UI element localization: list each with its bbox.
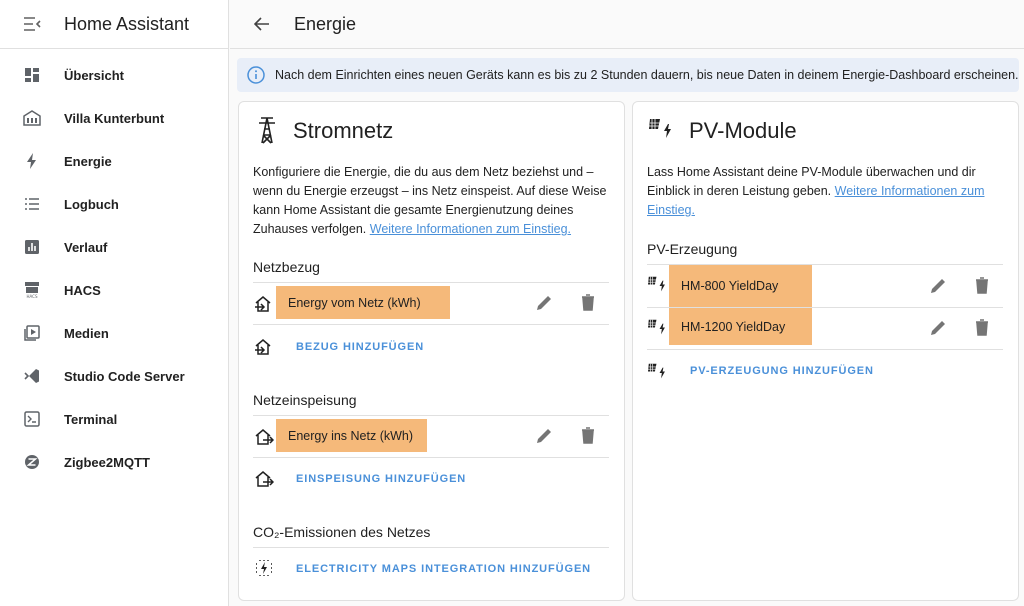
divider <box>253 282 609 283</box>
sidebar-item-terminal[interactable]: Terminal <box>0 399 229 439</box>
app-title: Home Assistant <box>64 13 190 34</box>
lightning-icon <box>0 152 64 170</box>
divider <box>647 349 1003 350</box>
page-title: Energie <box>294 13 357 34</box>
grid-export-icon <box>254 470 274 488</box>
solar-entity-label: HM-1200 YieldDay <box>681 319 786 334</box>
pencil-icon[interactable] <box>930 319 947 336</box>
solar-power-icon <box>649 118 675 140</box>
add-return-button[interactable]: EINSPEISUNG HINZUFÜGEN <box>296 473 466 485</box>
return-entity-label: Energy ins Netz (kWh) <box>288 428 414 443</box>
solar-entity-label: HM-800 YieldDay <box>681 279 779 293</box>
divider <box>253 547 609 548</box>
co2-signal-icon <box>255 559 273 577</box>
hacs-icon: HACS <box>0 281 64 299</box>
add-co2-integration-button[interactable]: ELECTRICITY MAPS INTEGRATION HINZUFÜGEN <box>296 563 591 575</box>
vscode-icon <box>0 368 64 384</box>
info-icon <box>247 66 265 84</box>
solar-power-icon <box>648 319 668 336</box>
divider <box>253 324 609 325</box>
consumption-section-title: Netzbezug <box>253 259 320 275</box>
solar-card-title: PV-Module <box>689 118 797 143</box>
info-banner: Nach dem Einrichten eines neuen Geräts k… <box>237 58 1019 92</box>
sidebar-item-label: Villa Kunterbunt <box>64 110 165 126</box>
solar-section-title: PV-Erzeugung <box>647 241 738 257</box>
list-icon <box>0 197 64 211</box>
grid-card: Stromnetz Konfiguriere die Energie, die … <box>238 101 625 601</box>
sidebar-item-medien[interactable]: Medien <box>0 313 229 353</box>
add-solar-button[interactable]: PV-ERZEUGUNG HINZUFÜGEN <box>690 365 874 377</box>
home-icon <box>0 110 64 126</box>
sidebar-item-energie[interactable]: Energie <box>0 141 229 181</box>
transmission-tower-icon <box>255 116 279 144</box>
pencil-icon[interactable] <box>536 427 553 444</box>
trash-icon[interactable] <box>975 277 989 294</box>
grid-export-icon <box>254 428 274 446</box>
pencil-icon[interactable] <box>930 277 947 294</box>
sidebar-item-label: Medien <box>64 325 109 341</box>
sidebar-item-uebersicht[interactable]: Übersicht <box>0 55 229 95</box>
co2-section-title: CO₂-Emissionen des Netzes <box>253 524 431 540</box>
grid-learn-more-link[interactable]: Weitere Informationen zum Einstieg. <box>370 222 571 236</box>
sidebar: Home Assistant Übersicht Villa Kunterbun… <box>0 0 229 606</box>
sidebar-item-label: Verlauf <box>64 239 108 255</box>
sidebar-item-zigbee2mqtt[interactable]: Zigbee2MQTT <box>0 442 229 482</box>
sidebar-item-label: Logbuch <box>64 196 119 212</box>
consumption-entity: Energy vom Netz (kWh) <box>276 286 450 319</box>
sidebar-item-hacs[interactable]: HACS HACS <box>0 270 229 310</box>
grid-description: Konfiguriere die Energie, die du aus dem… <box>253 163 613 239</box>
grid-import-icon <box>254 338 274 356</box>
chart-icon <box>0 239 64 255</box>
zigbee-icon <box>0 454 64 470</box>
sidebar-item-studio-code-server[interactable]: Studio Code Server <box>0 356 229 396</box>
return-section-title: Netzeinspeisung <box>253 392 357 408</box>
sidebar-item-label: Zigbee2MQTT <box>64 454 150 470</box>
solar-power-icon <box>648 276 668 293</box>
trash-icon[interactable] <box>581 294 595 311</box>
media-icon <box>0 325 64 341</box>
sidebar-item-label: Übersicht <box>64 67 124 83</box>
sidebar-item-label: HACS <box>64 282 101 298</box>
grid-import-icon <box>254 295 274 313</box>
dashboard-icon <box>0 67 64 83</box>
solar-power-icon <box>648 363 668 380</box>
sidebar-header: Home Assistant <box>0 0 228 49</box>
sidebar-item-verlauf[interactable]: Verlauf <box>0 227 229 267</box>
trash-icon[interactable] <box>975 319 989 336</box>
solar-card: PV-Module Lass Home Assistant deine PV-M… <box>632 101 1019 601</box>
grid-card-title: Stromnetz <box>293 118 394 143</box>
sidebar-item-label: Terminal <box>64 411 118 427</box>
sidebar-item-label: Studio Code Server <box>64 368 185 384</box>
return-entity: Energy ins Netz (kWh) <box>276 419 427 452</box>
solar-entity: HM-800 YieldDay <box>669 265 812 307</box>
divider <box>253 415 609 416</box>
pencil-icon[interactable] <box>536 294 553 311</box>
terminal-icon <box>0 411 64 427</box>
sidebar-item-label: Energie <box>64 153 112 169</box>
svg-text:HACS: HACS <box>26 294 37 299</box>
divider <box>253 457 609 458</box>
solar-description: Lass Home Assistant deine PV-Module über… <box>647 163 1007 220</box>
trash-icon[interactable] <box>581 427 595 444</box>
solar-entity: HM-1200 YieldDay <box>669 308 812 345</box>
sidebar-item-logbuch[interactable]: Logbuch <box>0 184 229 224</box>
info-text: Nach dem Einrichten eines neuen Geräts k… <box>275 68 1019 82</box>
back-arrow-icon[interactable] <box>230 17 294 31</box>
menu-collapse-icon[interactable] <box>0 17 64 31</box>
add-consumption-button[interactable]: BEZUG HINZUFÜGEN <box>296 341 424 353</box>
consumption-entity-label: Energy vom Netz (kWh) <box>288 295 421 310</box>
top-bar: Energie <box>230 0 1024 49</box>
sidebar-item-villa-kunterbunt[interactable]: Villa Kunterbunt <box>0 98 229 138</box>
